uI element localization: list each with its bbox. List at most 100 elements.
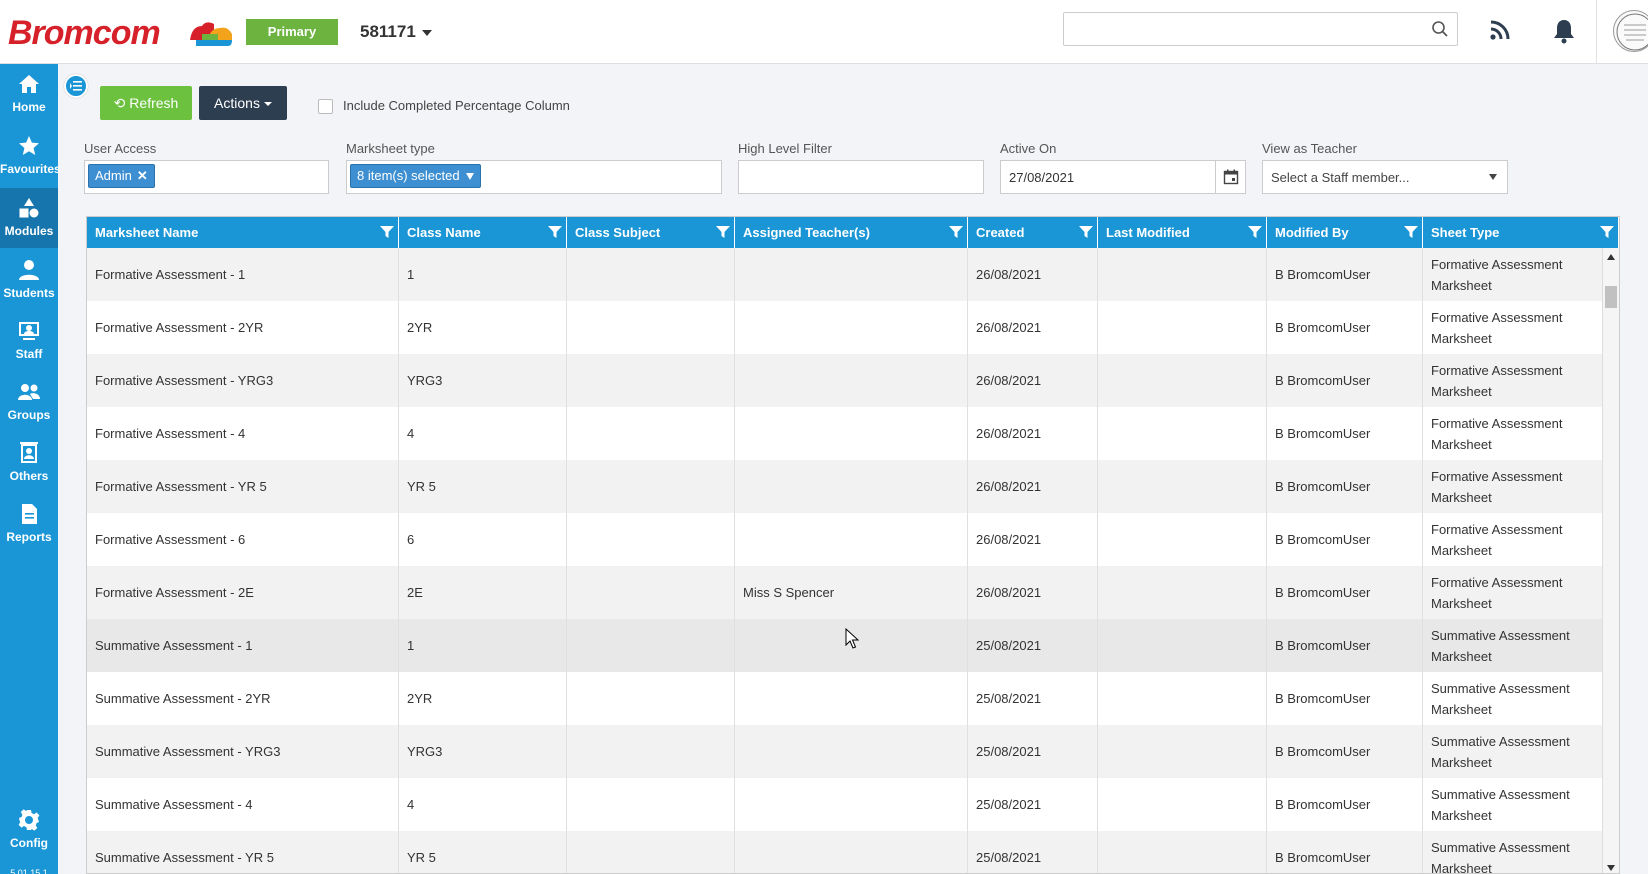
cell-last-modified <box>1098 672 1267 725</box>
table-row[interactable]: Formative Assessment - 6 6 26/08/2021 B … <box>87 513 1607 566</box>
nav-config[interactable]: Config <box>0 800 58 860</box>
cell-class-name: 1 <box>399 619 567 672</box>
table-row[interactable]: Formative Assessment - 2YR 2YR 26/08/202… <box>87 301 1607 354</box>
nav-groups[interactable]: Groups <box>0 372 58 432</box>
filter-icon[interactable] <box>548 225 562 239</box>
user-access-tag[interactable]: Admin ✕ <box>88 164 155 188</box>
table-row[interactable]: Formative Assessment - 4 4 26/08/2021 B … <box>87 407 1607 460</box>
cell-created: 26/08/2021 <box>968 407 1098 460</box>
refresh-button[interactable]: ⟲ Refresh <box>100 86 192 120</box>
scroll-down-arrow-icon[interactable] <box>1607 865 1615 871</box>
nav-favourites[interactable]: Favourites <box>0 126 61 186</box>
cell-class-name: 4 <box>399 778 567 831</box>
sheet-type-line2: Marksheet <box>1431 384 1492 399</box>
grid-vertical-scrollbar[interactable] <box>1602 248 1619 873</box>
cell-last-modified <box>1098 248 1267 301</box>
cell-created: 26/08/2021 <box>968 460 1098 513</box>
chevron-down-icon <box>1489 174 1497 180</box>
nav-home[interactable]: Home <box>0 64 58 124</box>
collapse-panel-button[interactable] <box>64 74 88 98</box>
cell-last-modified <box>1098 619 1267 672</box>
cell-created: 26/08/2021 <box>968 566 1098 619</box>
active-on-input[interactable] <box>1001 161 1211 193</box>
column-header-marksheet-name[interactable]: Marksheet Name <box>87 217 399 248</box>
column-header-sheet-type[interactable]: Sheet Type <box>1423 217 1619 248</box>
view-as-teacher-select[interactable]: Select a Staff member... <box>1262 160 1508 194</box>
actions-button[interactable]: Actions <box>199 86 287 120</box>
table-row[interactable]: Summative Assessment - 4 4 25/08/2021 B … <box>87 778 1607 831</box>
cell-marksheet-name: Summative Assessment - YRG3 <box>87 725 399 778</box>
sheet-type-line2: Marksheet <box>1431 808 1492 823</box>
user-avatar[interactable] <box>1613 10 1648 52</box>
staff-icon <box>19 322 39 340</box>
cell-sheet-type: Formative Assessment Marksheet <box>1423 407 1607 460</box>
cell-created: 25/08/2021 <box>968 778 1098 831</box>
filter-icon[interactable] <box>716 225 730 239</box>
column-header-label: Class Name <box>407 225 481 240</box>
notification-bell-icon[interactable] <box>1552 18 1576 44</box>
cell-modified-by: B BromcomUser <box>1267 672 1423 725</box>
cell-sheet-type: Formative Assessment Marksheet <box>1423 301 1607 354</box>
search-input[interactable] <box>1064 13 1404 45</box>
table-row[interactable]: Summative Assessment - 2YR 2YR 25/08/202… <box>87 672 1607 725</box>
cell-class-subject <box>567 831 735 873</box>
scroll-thumb[interactable] <box>1605 286 1617 308</box>
filter-icon[interactable] <box>1079 225 1093 239</box>
high-level-filter-input[interactable] <box>739 161 983 193</box>
table-row[interactable]: Formative Assessment - YRG3 YRG3 26/08/2… <box>87 354 1607 407</box>
cell-assigned-teacher <box>735 513 968 566</box>
cell-class-subject <box>567 354 735 407</box>
sheet-type-line2: Marksheet <box>1431 437 1492 452</box>
column-header-class-subject[interactable]: Class Subject <box>567 217 735 248</box>
column-header-label: Assigned Teacher(s) <box>743 225 870 240</box>
nav-others-label: Others <box>9 469 49 483</box>
column-header-label: Sheet Type <box>1431 225 1500 240</box>
filter-icon[interactable] <box>1404 225 1418 239</box>
rss-feed-icon[interactable] <box>1488 18 1512 42</box>
nav-students[interactable]: Students <box>0 250 58 310</box>
user-access-tag-label: Admin <box>95 168 132 183</box>
global-search[interactable] <box>1063 12 1458 46</box>
table-row[interactable]: Formative Assessment - YR 5 YR 5 26/08/2… <box>87 460 1607 513</box>
calendar-button[interactable] <box>1215 161 1245 193</box>
column-header-last-modified[interactable]: Last Modified <box>1098 217 1267 248</box>
cell-last-modified <box>1098 831 1267 873</box>
sheet-type-line2: Marksheet <box>1431 331 1492 346</box>
cell-assigned-teacher <box>735 407 968 460</box>
column-header-modified-by[interactable]: Modified By <box>1267 217 1423 248</box>
bromcom-logo-shapes-icon <box>190 22 232 46</box>
table-row[interactable]: Summative Assessment - YRG3 YRG3 25/08/2… <box>87 725 1607 778</box>
cell-sheet-type: Summative Assessment Marksheet <box>1423 672 1607 725</box>
filter-icon[interactable] <box>949 225 963 239</box>
marksheet-type-field[interactable]: 8 item(s) selected <box>346 160 722 194</box>
cell-assigned-teacher <box>735 460 968 513</box>
table-row[interactable]: Formative Assessment - 1 1 26/08/2021 B … <box>87 248 1607 301</box>
nav-modules[interactable]: Modules <box>0 188 58 248</box>
column-header-class-name[interactable]: Class Name <box>399 217 567 248</box>
nav-staff[interactable]: Staff <box>0 311 58 371</box>
side-navigation: Home Favourites Modules Students Staff G… <box>0 64 61 874</box>
table-row[interactable]: Summative Assessment - YR 5 YR 5 25/08/2… <box>87 831 1607 873</box>
table-row[interactable]: Formative Assessment - 2E 2E Miss S Spen… <box>87 566 1607 619</box>
column-header-assigned-teachers[interactable]: Assigned Teacher(s) <box>735 217 968 248</box>
active-on-field[interactable] <box>1000 160 1246 194</box>
search-icon[interactable] <box>1431 20 1449 38</box>
school-id-label: 581171 <box>360 22 416 41</box>
nav-others[interactable]: Others <box>0 433 58 493</box>
scroll-up-arrow-icon[interactable] <box>1607 254 1615 260</box>
include-completed-checkbox-wrap[interactable]: Include Completed Percentage Column <box>318 98 570 116</box>
school-selector[interactable]: 581171 <box>360 22 432 42</box>
filter-icon[interactable] <box>1600 225 1614 239</box>
cell-sheet-type: Formative Assessment Marksheet <box>1423 248 1607 301</box>
include-completed-checkbox[interactable] <box>318 99 333 115</box>
column-header-created[interactable]: Created <box>968 217 1098 248</box>
marksheet-type-tag[interactable]: 8 item(s) selected <box>350 164 481 188</box>
high-level-filter-field[interactable] <box>738 160 984 194</box>
filter-icon[interactable] <box>1248 225 1262 239</box>
user-access-field[interactable]: Admin ✕ <box>84 160 329 194</box>
cell-class-name: YRG3 <box>399 354 567 407</box>
avatar-badge-icon <box>1616 13 1648 51</box>
nav-reports[interactable]: Reports <box>0 494 58 554</box>
filter-icon[interactable] <box>380 225 394 239</box>
remove-tag-icon[interactable]: ✕ <box>137 168 148 183</box>
